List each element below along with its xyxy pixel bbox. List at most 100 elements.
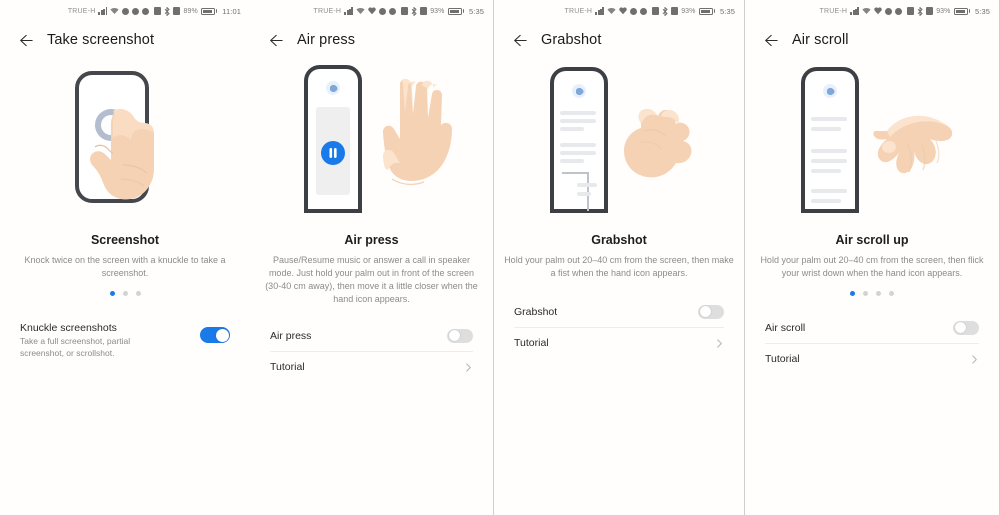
screen-take-screenshot: TRUE-H 89% 11:01 Take screenshot Screens… — [0, 0, 250, 515]
status-clock: 5:35 — [469, 6, 484, 16]
caption-description: Hold your palm out 20–40 cm from the scr… — [504, 255, 734, 279]
row-label: Air press — [270, 329, 312, 342]
signal-icon — [98, 7, 108, 15]
vibrate-icon — [173, 7, 181, 15]
app-icon-1 — [885, 7, 893, 15]
page-dot[interactable] — [850, 291, 855, 297]
page-dot[interactable] — [889, 291, 894, 297]
battery-percent: 89% — [183, 7, 198, 15]
page-dot[interactable] — [863, 291, 868, 297]
chevron-right-icon — [717, 338, 722, 348]
back-arrow-icon[interactable] — [761, 32, 778, 49]
caption-description: Pause/Resume music or answer a call in s… — [265, 255, 478, 305]
grabshot-phone-and-fist-illustration — [494, 58, 744, 223]
heart-icon — [619, 7, 627, 15]
row-air-press[interactable]: Air press — [270, 320, 473, 351]
bluetooth-icon — [165, 6, 171, 16]
back-arrow-icon[interactable] — [510, 32, 527, 49]
row-sublabel: Take a full screenshot, partial screensh… — [20, 336, 131, 358]
signal-icon — [595, 7, 605, 15]
battery-percent: 93% — [936, 7, 951, 15]
battery-percent: 93% — [430, 7, 445, 15]
battery-icon — [698, 7, 715, 15]
knuckle-tap-phone-illustration — [0, 58, 250, 223]
vibrate-icon — [420, 7, 428, 15]
status-carrier: TRUE-H — [313, 7, 342, 15]
caption-description: Knock twice on the screen with a knuckle… — [24, 255, 226, 279]
row-tutorial[interactable]: Tutorial — [514, 327, 724, 358]
back-arrow-icon[interactable] — [16, 32, 33, 49]
status-bar: TRUE-H 93% 5:35 — [745, 0, 999, 22]
status-clock: 11:01 — [222, 6, 241, 16]
status-carrier: TRUE-H — [67, 7, 96, 15]
status-bar: TRUE-H 93% 5:35 — [250, 0, 493, 22]
row-label: Air scroll — [765, 321, 806, 334]
air-scroll-toggle[interactable] — [953, 320, 979, 335]
page-dot[interactable] — [876, 291, 881, 297]
settings-list: Air press Tutorial — [250, 320, 493, 382]
row-grabshot[interactable]: Grabshot — [514, 296, 724, 327]
page-title: Take screenshot — [47, 32, 155, 48]
vibrate-icon — [671, 7, 679, 15]
settings-list: Knuckle screenshots Take a full screensh… — [0, 314, 250, 370]
settings-list: Grabshot Tutorial — [494, 296, 744, 358]
page-title: Grabshot — [541, 32, 602, 48]
signal-icon — [344, 7, 354, 15]
battery-icon — [953, 7, 970, 15]
status-clock: 5:35 — [720, 6, 735, 16]
wifi-icon — [862, 7, 871, 14]
app-bar: Take screenshot — [0, 22, 250, 58]
app-bar: Air scroll — [745, 22, 999, 58]
app-icon-2 — [389, 7, 397, 15]
page-dot[interactable] — [135, 291, 141, 297]
row-tutorial[interactable]: Tutorial — [270, 351, 473, 382]
heart-icon — [874, 7, 882, 15]
row-knuckle-screenshots[interactable]: Knuckle screenshots Take a full screensh… — [20, 314, 230, 370]
row-label: Tutorial — [514, 337, 549, 350]
status-carrier: TRUE-H — [819, 7, 848, 15]
grabshot-toggle[interactable] — [698, 304, 724, 319]
page-title: Air scroll — [792, 32, 849, 48]
page-dot[interactable] — [122, 291, 128, 297]
sim-icon — [652, 7, 660, 15]
app-icon-1 — [122, 7, 130, 15]
app-bar: Air press — [250, 22, 493, 58]
air-press-phone-and-open-palm-illustration — [250, 58, 493, 223]
vibrate-icon — [926, 7, 934, 15]
page-title: Air press — [297, 32, 356, 48]
bluetooth-icon — [411, 6, 417, 16]
app-icon-2 — [132, 7, 140, 15]
row-tutorial[interactable]: Tutorial — [765, 343, 979, 374]
chevron-right-icon — [972, 354, 977, 364]
settings-list: Air scroll Tutorial — [745, 312, 999, 374]
sim-icon — [154, 7, 162, 15]
caption-description: Hold your palm out 20–40 cm from the scr… — [760, 255, 984, 279]
row-label: Grabshot — [514, 305, 558, 318]
battery-percent: 93% — [681, 7, 696, 15]
status-clock: 5:35 — [975, 6, 990, 16]
screenshot-gallery: TRUE-H 89% 11:01 Take screenshot Screens… — [0, 0, 1000, 515]
screen-air-scroll: TRUE-H 93% 5:35 Air scroll Air scroll up… — [744, 0, 1000, 515]
caption-title: Screenshot — [90, 233, 160, 247]
wifi-icon — [356, 7, 365, 14]
air-scroll-phone-and-flicking-hand-illustration — [745, 58, 999, 223]
air-press-toggle[interactable] — [447, 328, 473, 343]
sim-icon — [401, 7, 409, 15]
heart-icon — [368, 7, 376, 15]
app-icon-1 — [379, 7, 387, 15]
page-dot[interactable] — [109, 291, 115, 297]
back-arrow-icon[interactable] — [266, 32, 283, 49]
row-label: Tutorial — [270, 361, 305, 374]
status-bar: TRUE-H 93% 5:35 — [494, 0, 744, 22]
bluetooth-icon — [662, 6, 668, 16]
knuckle-screenshots-toggle[interactable] — [200, 327, 230, 344]
battery-icon — [447, 7, 464, 15]
app-icon-3 — [142, 7, 150, 15]
chevron-right-icon — [466, 363, 471, 372]
row-label: Tutorial — [765, 353, 800, 366]
page-indicator — [0, 291, 250, 297]
app-icon-1 — [630, 7, 638, 15]
caption-title: Grabshot — [591, 233, 647, 247]
row-air-scroll[interactable]: Air scroll — [765, 312, 979, 343]
sim-icon — [907, 7, 915, 15]
